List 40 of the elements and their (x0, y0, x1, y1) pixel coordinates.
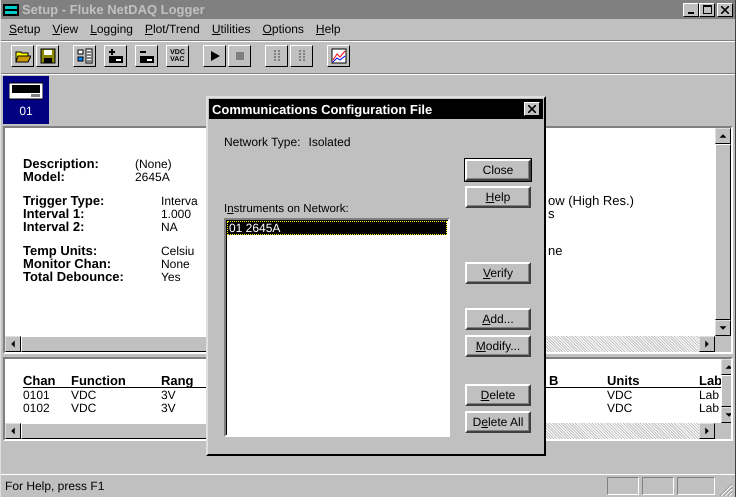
field-value: Isolated (308, 135, 351, 149)
field-value: Interva (161, 194, 199, 208)
column-header: Function (71, 372, 127, 388)
field-label: Description: (23, 156, 100, 171)
column-header: B (549, 372, 560, 388)
table-cell-text: VDC (607, 400, 634, 414)
field-label: Interval 2: (23, 219, 86, 234)
dialog-title: Communications Configuration File (212, 102, 434, 116)
window-title: Setup - Fluke NetDAQ Logger (22, 2, 206, 17)
instrument-label: 01 (19, 104, 33, 118)
column-header: Rang (161, 372, 194, 388)
column-header: Lab (699, 372, 719, 388)
table-cell-text: 0101 (23, 388, 51, 402)
column-header: Chan (23, 372, 56, 388)
field-value: ne (548, 243, 562, 258)
field-value: 2645A (135, 170, 170, 184)
field-label: Network Type: (224, 135, 300, 149)
column-header: Units (607, 372, 640, 388)
field-value: None (161, 256, 191, 270)
table-cell: Lab (699, 400, 719, 414)
field-value: Yes (161, 270, 182, 284)
field-value: Celsiu (161, 244, 196, 258)
field-label: Trigger Type: (23, 193, 106, 208)
field-label: Model: (23, 169, 65, 184)
table-cell-text: 3V (161, 400, 177, 414)
field-value: ow (High Res.) (548, 193, 634, 208)
field-value: NA (161, 220, 179, 234)
field-value: 1.000 (161, 206, 192, 220)
table-cell: Lab (699, 388, 719, 402)
table-cell-text: 3V (161, 388, 177, 402)
field-label: Temp Units: (23, 243, 98, 258)
list-label: Instruments on Network: (224, 203, 350, 215)
table-cell-text: VDC (71, 388, 98, 402)
field-value: s (548, 206, 554, 221)
field-value: (None) (135, 156, 173, 170)
table-cell-text: 0102 (23, 400, 51, 414)
table-cell-text: VDC (71, 400, 98, 414)
field-label: Total Debounce: (23, 269, 125, 284)
table-cell-text: VDC (607, 388, 634, 402)
status-text: For Help, press F1 (5, 479, 106, 493)
